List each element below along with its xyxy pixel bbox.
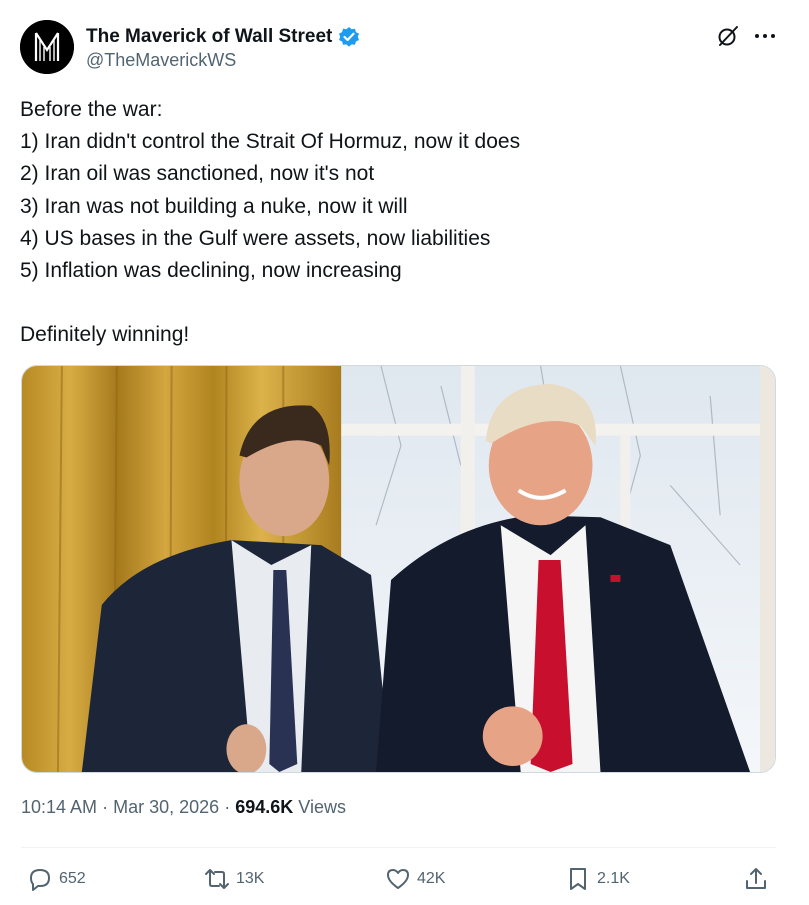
tweet-line: 4) US bases in the Gulf were assets, now… bbox=[20, 226, 491, 250]
reply-button[interactable]: 652 bbox=[27, 862, 86, 896]
verified-badge-icon[interactable] bbox=[338, 26, 360, 48]
bookmark-button[interactable]: 2.1K bbox=[565, 862, 630, 896]
display-name[interactable]: The Maverick of Wall Street bbox=[86, 26, 332, 48]
reply-icon bbox=[30, 869, 50, 891]
tweet-meta: 10:14 AM · Mar 30, 2026 · 694.6K Views bbox=[21, 797, 346, 818]
views-count: 694.6K bbox=[235, 797, 294, 817]
reply-count: 652 bbox=[59, 870, 86, 887]
share-button[interactable] bbox=[743, 862, 775, 896]
like-button[interactable]: 42K bbox=[385, 862, 445, 896]
tweet-photo[interactable] bbox=[21, 365, 776, 773]
tweet-date[interactable]: Mar 30, 2026 bbox=[113, 797, 219, 817]
action-bar: 652 13K 42K 2.1K bbox=[0, 862, 809, 896]
tweet-line: Definitely winning! bbox=[20, 323, 190, 347]
views-label: Views bbox=[298, 797, 346, 817]
meta-separator: · bbox=[224, 797, 231, 817]
photo-illustration bbox=[22, 366, 775, 772]
heart-icon bbox=[387, 869, 409, 889]
bookmark-count: 2.1K bbox=[597, 870, 630, 887]
tweet-line: 2) Iran oil was sanctioned, now it's not bbox=[20, 162, 375, 186]
tweet-text: Before the war: 1) Iran didn't control t… bbox=[20, 94, 780, 352]
name-row: The Maverick of Wall Street bbox=[86, 24, 360, 50]
more-icon[interactable] bbox=[752, 24, 778, 48]
maverick-logo-icon bbox=[20, 20, 74, 74]
tweet-line: Before the war: bbox=[20, 98, 163, 121]
grok-icon[interactable] bbox=[716, 24, 740, 48]
tweet-line: 5) Inflation was declining, now increasi… bbox=[20, 258, 402, 282]
tweet-header: The Maverick of Wall Street @TheMaverick… bbox=[20, 20, 790, 76]
repost-icon bbox=[205, 869, 229, 889]
repost-button[interactable]: 13K bbox=[204, 862, 264, 896]
bookmark-icon bbox=[570, 868, 586, 890]
tweet-time[interactable]: 10:14 AM bbox=[21, 797, 97, 817]
repost-count: 13K bbox=[236, 870, 265, 887]
tweet-line: 3) Iran was not building a nuke, now it … bbox=[20, 194, 408, 218]
handle[interactable]: @TheMaverickWS bbox=[86, 50, 236, 71]
tweet-line: 1) Iran didn't control the Strait Of Hor… bbox=[20, 130, 521, 154]
share-icon bbox=[746, 868, 766, 889]
avatar[interactable] bbox=[20, 20, 74, 74]
divider bbox=[21, 847, 776, 848]
meta-separator: · bbox=[102, 797, 109, 817]
like-count: 42K bbox=[417, 870, 446, 887]
